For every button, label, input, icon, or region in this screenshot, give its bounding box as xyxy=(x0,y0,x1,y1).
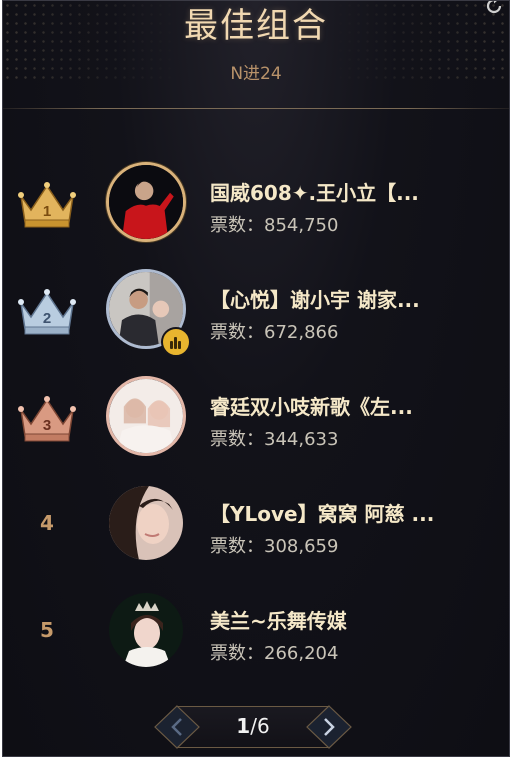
performer-name[interactable]: 【心悦】谢小宇 谢家... xyxy=(210,284,480,313)
chevron-right-icon[interactable] xyxy=(305,704,353,750)
round-subtitle: N进24 xyxy=(230,64,282,84)
performer-name[interactable]: 【YLove】窝窝 阿慈 ... xyxy=(210,498,480,527)
refresh-icon[interactable] xyxy=(483,0,505,17)
performer-name[interactable]: 美兰~乐舞传媒 xyxy=(210,605,480,634)
ranking-row-5[interactable]: 5 美兰~乐舞传媒 票数：266,204 xyxy=(3,583,509,683)
vote-count: 票数：672,866 xyxy=(210,322,339,343)
crown-rank-number: 3 xyxy=(43,417,51,434)
header-divider xyxy=(3,108,509,109)
vote-count: 票数：308,659 xyxy=(210,536,339,557)
ranking-row-3[interactable]: 3 睿廷双小吱新歌《左... 票数：344,633 xyxy=(3,369,509,469)
current-page: 1 xyxy=(236,714,251,738)
performer-name[interactable]: 睿廷双小吱新歌《左... xyxy=(210,391,480,420)
crown-rank-number: 2 xyxy=(43,310,51,327)
avatar[interactable] xyxy=(109,593,183,667)
avatar[interactable] xyxy=(106,376,186,456)
page-separator: / xyxy=(250,714,257,738)
vote-count: 票数：344,633 xyxy=(210,429,339,450)
vote-count: 票数：854,750 xyxy=(210,215,339,236)
bronze-crown-icon: 3 xyxy=(15,394,79,444)
ranking-row-1[interactable]: 1 国威608✦.王小立【... 票数：854,750 xyxy=(3,155,509,255)
gold-crown-icon: 1 xyxy=(15,180,79,230)
page-title: 最佳组合 xyxy=(184,6,328,46)
crown-rank-number: 1 xyxy=(43,203,51,220)
rank-number: 4 xyxy=(40,511,54,535)
silver-crown-icon: 2 xyxy=(15,287,79,337)
ranking-row-2[interactable]: 2 【心悦】谢小宇 谢家... 票数：672,866 xyxy=(3,262,509,362)
avatar[interactable] xyxy=(106,162,186,242)
total-pages: 6 xyxy=(256,714,270,738)
performer-name[interactable]: 国威608✦.王小立【... xyxy=(210,177,480,206)
leaderboard-panel: 最佳组合 N进24 1 国威608✦.王小立【... 票数：854,750 2 … xyxy=(2,0,510,757)
rank-number: 5 xyxy=(40,618,54,642)
avatar[interactable] xyxy=(109,486,183,560)
pagination: 1/6 xyxy=(153,704,353,750)
ranking-row-4[interactable]: 4 【YLove】窝窝 阿慈 ... 票数：308,659 xyxy=(3,476,509,576)
sound-wave-badge-icon xyxy=(161,327,191,357)
vote-count: 票数：266,204 xyxy=(210,643,339,664)
